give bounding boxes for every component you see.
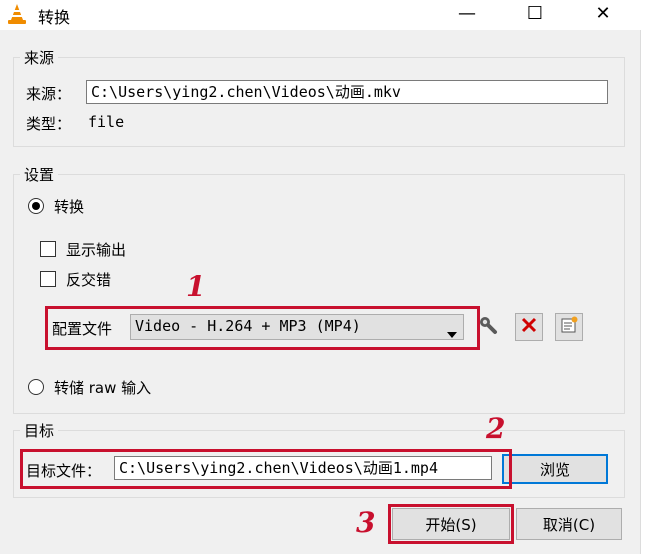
source-path-field[interactable]: C:\Users\ying2.chen\Videos\动画.mkv [86, 80, 608, 104]
new-profile-icon [560, 316, 578, 338]
minimize-button[interactable]: — [444, 0, 490, 26]
start-button[interactable]: 开始(S) [392, 508, 510, 540]
destination-group-label: 目标 [24, 422, 55, 440]
window-title: 转换 [38, 8, 71, 27]
show-output-checkbox[interactable] [40, 241, 56, 257]
wrench-icon [478, 315, 498, 339]
deinterlace-label: 反交错 [66, 271, 112, 289]
source-group-label: 来源 [24, 49, 55, 67]
close-button[interactable]: ✕ [580, 0, 626, 26]
title-bar [0, 0, 660, 30]
vlc-cone-icon [6, 3, 28, 25]
destination-file-field[interactable]: C:\Users\ying2.chen\Videos\动画1.mp4 [114, 456, 492, 480]
profile-select[interactable]: Video - H.264 + MP3 (MP4) [130, 314, 464, 340]
right-edge-strip [640, 30, 660, 554]
browse-button[interactable]: 浏览 [502, 454, 608, 484]
annotation-number-1: 1 [186, 270, 206, 303]
dump-raw-radio[interactable] [28, 379, 44, 395]
show-output-label: 显示输出 [66, 241, 127, 259]
delete-x-icon [521, 317, 537, 337]
source-label: 来源： [26, 85, 72, 103]
cancel-button[interactable]: 取消(C) [516, 508, 622, 540]
maximize-button[interactable]: ☐ [512, 0, 558, 26]
profile-select-value: Video - H.264 + MP3 (MP4) [135, 317, 361, 335]
dropdown-arrow-icon [447, 324, 457, 342]
dump-raw-label: 转储 raw 输入 [54, 379, 152, 397]
deinterlace-checkbox[interactable] [40, 271, 56, 287]
destination-file-label: 目标文件： [26, 462, 102, 480]
type-label: 类型： [26, 115, 72, 133]
delete-profile-button[interactable] [515, 313, 543, 341]
annotation-number-3: 3 [356, 506, 376, 539]
type-value: file [88, 113, 125, 131]
convert-radio[interactable] [28, 198, 44, 214]
settings-group-label: 设置 [24, 166, 55, 184]
profile-label: 配置文件 [52, 320, 113, 338]
edit-profile-button[interactable] [474, 313, 502, 341]
convert-label: 转换 [54, 198, 85, 216]
new-profile-button[interactable] [555, 313, 583, 341]
annotation-number-2: 2 [486, 412, 506, 445]
